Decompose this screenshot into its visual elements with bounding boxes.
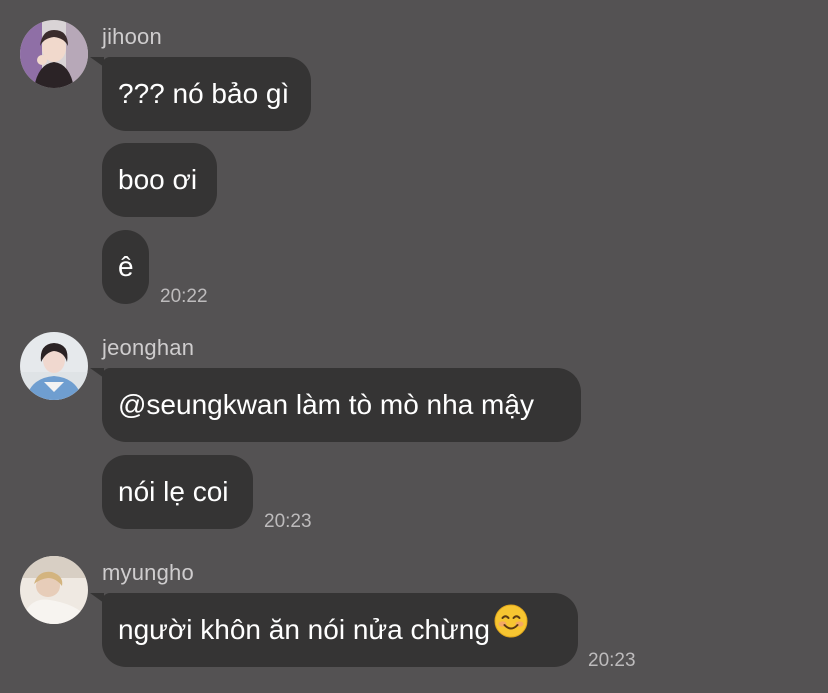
message-bubble[interactable]: ê (102, 230, 149, 304)
message-bubble[interactable]: boo ơi (102, 143, 217, 217)
message-timestamp: 20:23 (588, 650, 636, 671)
message-bubble[interactable]: @seungkwan làm tò mò nha mậy (102, 368, 581, 442)
sender-name: myungho (102, 560, 194, 585)
message-timestamp: 20:22 (160, 286, 208, 307)
message-bubble[interactable]: người khôn ăn nói nửa chừng (102, 593, 578, 667)
avatar-photo (20, 20, 88, 88)
message-timestamp: 20:23 (264, 511, 312, 532)
avatar-jihoon[interactable] (20, 20, 88, 88)
message-text: người khôn ăn nói nửa chừng (118, 614, 490, 645)
sender-name: jeonghan (102, 335, 195, 360)
avatar-photo (20, 332, 88, 400)
message-bubble[interactable]: nói lẹ coi (102, 455, 253, 529)
sender-name: jihoon (102, 24, 162, 49)
smiling-face-emoji-icon (494, 592, 528, 666)
avatar-myungho[interactable] (20, 556, 88, 624)
avatar-jeonghan[interactable] (20, 332, 88, 400)
avatar-photo (20, 556, 88, 624)
message-bubble[interactable]: ??? nó bảo gì (102, 57, 311, 131)
